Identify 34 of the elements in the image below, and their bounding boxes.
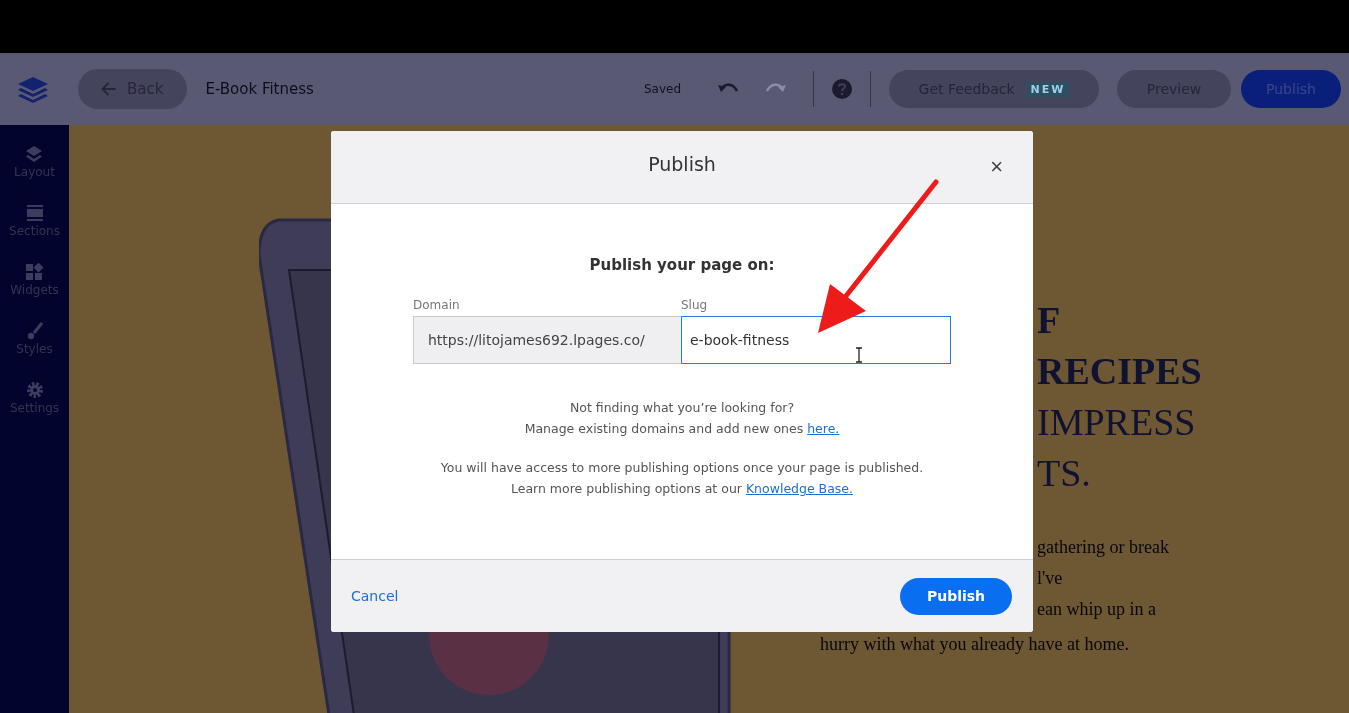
help-icon[interactable] [832, 79, 852, 99]
publish-button[interactable]: Publish [900, 577, 1012, 615]
hero-heading-text: TS. [1037, 451, 1092, 496]
info-text: You will have access to more publishing options once your page is published. [440, 460, 924, 475]
hero-body-text: gathering or break [1037, 536, 1170, 559]
help-link[interactable]: here. [807, 421, 840, 436]
layers-icon [25, 145, 44, 163]
hero-body-text: l've [1037, 567, 1064, 590]
save-status: Saved [643, 82, 681, 96]
brush-icon [25, 322, 44, 340]
help-link[interactable]: Knowledge Base. [745, 481, 854, 496]
dialog-heading: Publish your page on: [589, 256, 775, 274]
text-cursor-icon [855, 347, 863, 363]
field-label: Domain [413, 298, 461, 312]
info-text: Not finding what you’re looking for? [569, 400, 795, 415]
hero-heading-text: F [1037, 298, 1062, 343]
hero-body-text: hurry with what you already have at home. [820, 634, 1129, 655]
layers-logo-icon [16, 75, 50, 103]
sections-icon [25, 204, 44, 222]
dialog-title: Publish [648, 153, 716, 175]
close-button[interactable]: × [986, 155, 1007, 179]
info-text: Learn more publishing options at our Knowledge Base. [510, 481, 854, 496]
widgets-icon [25, 263, 44, 281]
arrow-left-icon [100, 81, 117, 97]
hero-heading-text: IMPRESS [1037, 400, 1197, 445]
cancel-button[interactable]: Cancel [351, 588, 399, 604]
hero-body-text: ean whip up in a [1037, 598, 1157, 621]
field-label: Slug [681, 298, 709, 312]
page-title: E-Book Fitness [205, 80, 314, 98]
new-badge: NEW [1026, 81, 1070, 97]
settings-icon [25, 381, 44, 399]
info-text: Manage existing domains and add new ones here. [524, 421, 840, 436]
slug-field[interactable]: e-book-fitness [681, 316, 951, 364]
hero-heading-text: RECIPES [1037, 349, 1202, 394]
